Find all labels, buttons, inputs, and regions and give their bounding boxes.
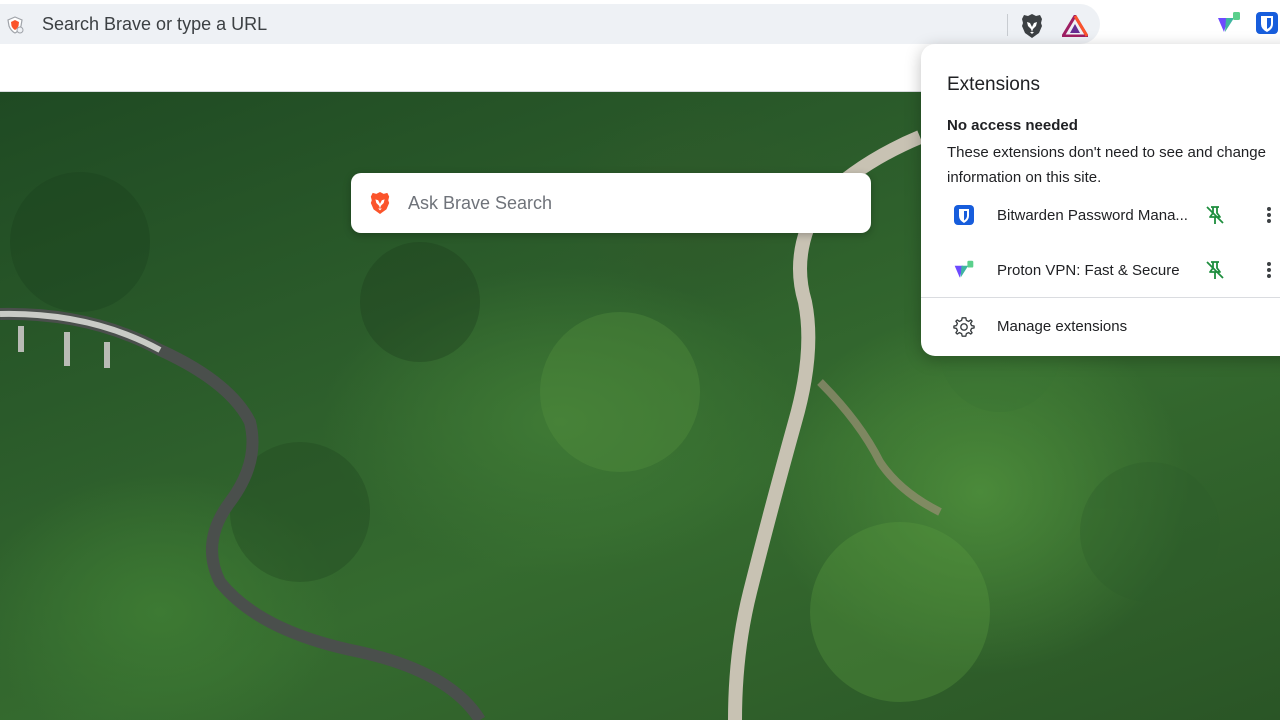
extensions-menu: Extensions No access needed These extens…	[921, 44, 1280, 356]
search-input[interactable]: Ask Brave Search	[408, 193, 552, 214]
gear-icon	[953, 316, 975, 338]
manage-extensions-button[interactable]: Manage extensions	[921, 304, 1280, 350]
section-description: These extensions don't need to see and c…	[947, 144, 1266, 186]
brave-lion-icon	[369, 191, 391, 215]
menu-divider	[921, 297, 1280, 298]
site-shield-icon[interactable]	[6, 16, 24, 34]
brave-rewards-button[interactable]	[1060, 12, 1090, 40]
extension-row-bitwarden[interactable]: Bitwarden Password Mana...	[921, 193, 1280, 239]
proton-vpn-icon	[953, 259, 975, 281]
extension-row-proton-vpn[interactable]: Proton VPN: Fast & Secure	[921, 248, 1280, 294]
brave-lion-icon	[1022, 14, 1042, 38]
pin-icon[interactable]	[1204, 204, 1226, 226]
brave-rewards-triangle-icon	[1062, 15, 1088, 37]
address-bar-placeholder[interactable]: Search Brave or type a URL	[42, 14, 267, 35]
more-options-icon[interactable]	[1261, 204, 1277, 226]
browser-toolbar: Search Brave or type a URL	[0, 0, 1280, 46]
section-heading: No access needed	[947, 117, 1078, 134]
bitwarden-toolbar-icon[interactable]	[1254, 10, 1280, 38]
brave-search-box[interactable]: Ask Brave Search	[351, 173, 871, 233]
extension-name[interactable]: Proton VPN: Fast & Secure	[997, 262, 1180, 279]
address-bar-divider	[1007, 14, 1008, 36]
brave-shields-button[interactable]	[1018, 12, 1046, 40]
proton-vpn-toolbar-icon[interactable]	[1216, 10, 1244, 38]
bitwarden-icon	[953, 204, 975, 226]
address-bar[interactable]: Search Brave or type a URL	[0, 4, 1100, 44]
pin-icon[interactable]	[1204, 259, 1226, 281]
extensions-menu-title: Extensions	[947, 74, 1040, 95]
more-options-icon[interactable]	[1261, 259, 1277, 281]
extension-name[interactable]: Bitwarden Password Mana...	[997, 207, 1188, 224]
manage-extensions-label[interactable]: Manage extensions	[997, 318, 1127, 335]
